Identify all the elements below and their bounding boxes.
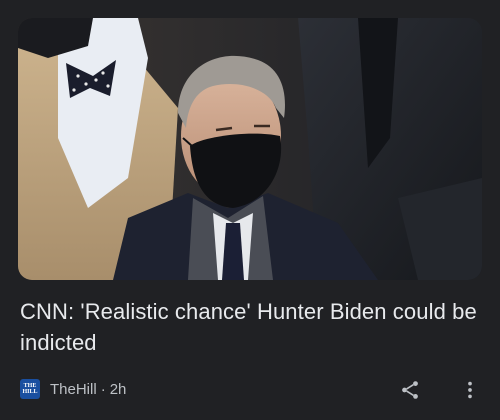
article-meta: THE HILL TheHill · 2h	[20, 378, 126, 400]
article-headline[interactable]: CNN: 'Realistic chance' Hunter Biden cou…	[20, 296, 482, 358]
article-age: 2h	[109, 380, 127, 398]
source-and-time: TheHill · 2h	[50, 381, 126, 398]
source-name[interactable]: TheHill	[50, 381, 97, 398]
source-logo-line-2: HILL	[22, 389, 38, 395]
article-thumbnail[interactable]	[18, 18, 482, 280]
share-button[interactable]	[396, 376, 424, 404]
more-vertical-icon	[468, 381, 472, 399]
meta-separator: ·	[100, 380, 106, 398]
share-icon	[402, 381, 418, 399]
source-logo-icon: THE HILL	[20, 379, 40, 399]
more-options-button[interactable]	[456, 376, 484, 404]
news-card[interactable]: CNN: 'Realistic chance' Hunter Biden cou…	[0, 0, 500, 420]
